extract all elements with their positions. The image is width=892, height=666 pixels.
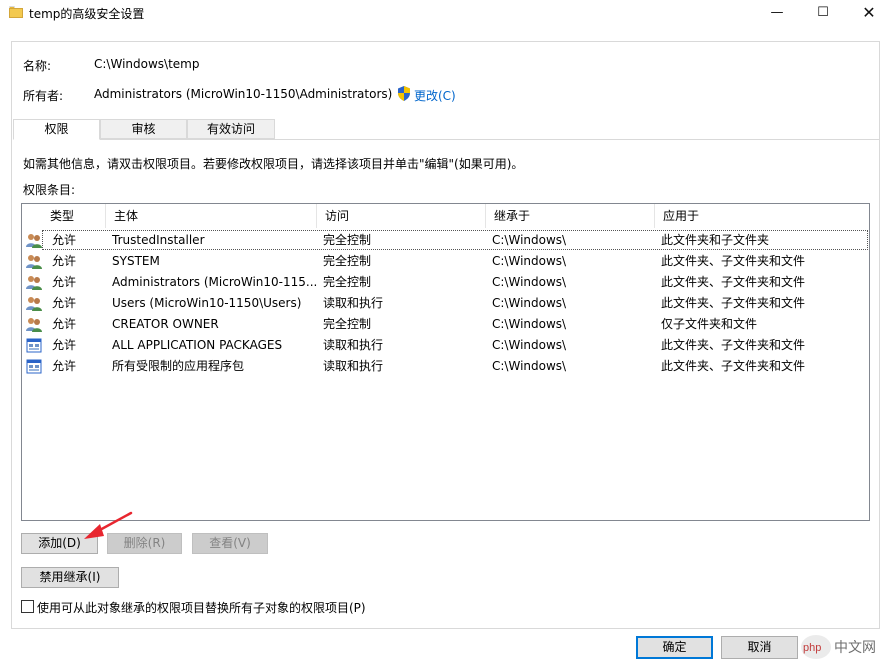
cell-type: 允许 bbox=[52, 296, 77, 310]
users-icon bbox=[26, 297, 42, 311]
view-button[interactable]: 查看(V) bbox=[192, 533, 268, 554]
cell-type: 允许 bbox=[52, 359, 77, 373]
change-owner-link[interactable]: 更改(C) bbox=[414, 87, 456, 104]
cell-access: 完全控制 bbox=[323, 275, 372, 289]
cell-access: 读取和执行 bbox=[323, 338, 384, 352]
tab-auditing[interactable]: 审核 bbox=[100, 119, 187, 139]
cell-applies: 此文件夹和子文件夹 bbox=[661, 233, 770, 247]
cell-type: 允许 bbox=[52, 254, 77, 268]
remove-button[interactable]: 删除(R) bbox=[107, 533, 182, 554]
svg-text:中文网: 中文网 bbox=[834, 640, 876, 656]
name-label: 名称: bbox=[23, 59, 52, 73]
cell-inherited: C:\Windows\ bbox=[492, 296, 567, 310]
cell-access: 读取和执行 bbox=[323, 359, 384, 373]
column-header-inherited-from[interactable]: 继承于 bbox=[486, 204, 655, 228]
add-button[interactable]: 添加(D) bbox=[21, 533, 98, 554]
table-row[interactable]: 允许 所有受限制的应用程序包 读取和执行 C:\Windows\ 此文件夹、子文件夹和文… bbox=[22, 356, 869, 377]
column-header-type[interactable]: 类型 bbox=[42, 204, 106, 228]
cell-inherited: C:\Windows\ bbox=[492, 233, 567, 247]
title-bar: temp的高级安全设置 — ☐ ✕ bbox=[0, 0, 892, 26]
cell-inherited: C:\Windows\ bbox=[492, 254, 567, 268]
cell-inherited: C:\Windows\ bbox=[492, 338, 567, 352]
svg-text:php: php bbox=[803, 642, 821, 654]
cell-inherited: C:\Windows\ bbox=[492, 275, 567, 289]
cell-applies: 此文件夹、子文件夹和文件 bbox=[661, 359, 806, 373]
minimize-button[interactable]: — bbox=[754, 0, 800, 26]
cell-principal: TrustedInstaller bbox=[112, 233, 205, 247]
permission-entries-list[interactable]: 类型 主体 访问 继承于 应用于 允许 TrustedInstaller 完全控制 C… bbox=[21, 203, 870, 521]
users-icon bbox=[26, 234, 42, 248]
uac-shield-icon bbox=[398, 86, 410, 101]
cell-applies: 仅子文件夹和文件 bbox=[661, 317, 758, 331]
owner-value: Administrators (MicroWin10-1150\Administ… bbox=[94, 87, 393, 101]
cell-applies: 此文件夹、子文件夹和文件 bbox=[661, 338, 806, 352]
list-header: 类型 主体 访问 继承于 应用于 bbox=[22, 204, 869, 228]
cell-type: 允许 bbox=[52, 317, 77, 331]
cell-principal: Users (MicroWin10-1150\Users) bbox=[112, 296, 302, 310]
users-icon bbox=[26, 318, 42, 332]
table-row[interactable]: 允许 SYSTEM 完全控制 C:\Windows\ 此文件夹、子文件夹和文件 bbox=[22, 251, 869, 272]
tab-effective-access[interactable]: 有效访问 bbox=[187, 119, 275, 139]
cell-applies: 此文件夹、子文件夹和文件 bbox=[661, 275, 806, 289]
cell-access: 完全控制 bbox=[323, 317, 372, 331]
cell-type: 允许 bbox=[52, 275, 77, 289]
cancel-button[interactable]: 取消 bbox=[721, 636, 798, 659]
users-icon bbox=[26, 276, 42, 290]
app-package-icon bbox=[26, 359, 42, 374]
cell-inherited: C:\Windows\ bbox=[492, 359, 567, 373]
table-row[interactable]: 允许 Users (MicroWin10-1150\Users) 读取和执行 C:\W… bbox=[22, 293, 869, 314]
replace-child-permissions-label: 使用可从此对象继承的权限项目替换所有子对象的权限项目(P) bbox=[37, 601, 366, 615]
disable-inheritance-button[interactable]: 禁用继承(I) bbox=[21, 567, 119, 588]
table-row[interactable]: 允许 ALL APPLICATION PACKAGES 读取和执行 C:\Window… bbox=[22, 335, 869, 356]
column-header-principal[interactable]: 主体 bbox=[106, 204, 317, 228]
app-package-icon bbox=[26, 338, 42, 353]
cell-principal: SYSTEM bbox=[112, 254, 160, 268]
cell-applies: 此文件夹、子文件夹和文件 bbox=[661, 296, 806, 310]
users-icon bbox=[26, 255, 42, 269]
owner-label: 所有者: bbox=[23, 89, 64, 103]
cell-type: 允许 bbox=[52, 233, 77, 247]
table-row[interactable]: 允许 Administrators (MicroWin10-115... 完全控制 C… bbox=[22, 272, 869, 293]
window-title: temp的高级安全设置 bbox=[29, 7, 145, 21]
table-row[interactable]: 允许 TrustedInstaller 完全控制 C:\Windows\ 此文件夹和子文… bbox=[22, 230, 869, 251]
tab-permissions[interactable]: 权限 bbox=[13, 119, 100, 140]
name-value: C:\Windows\temp bbox=[94, 57, 200, 71]
tab-divider bbox=[13, 139, 879, 140]
cell-principal: 所有受限制的应用程序包 bbox=[112, 359, 245, 373]
cell-access: 读取和执行 bbox=[323, 296, 384, 310]
column-header-applies-to[interactable]: 应用于 bbox=[655, 204, 869, 228]
entries-label: 权限条目: bbox=[23, 183, 76, 197]
close-button[interactable]: ✕ bbox=[846, 0, 892, 26]
cell-principal: ALL APPLICATION PACKAGES bbox=[112, 338, 283, 352]
cell-type: 允许 bbox=[52, 338, 77, 352]
maximize-button[interactable]: ☐ bbox=[800, 0, 846, 26]
table-row[interactable]: 允许 CREATOR OWNER 完全控制 C:\Windows\ 仅子文件夹和文件 bbox=[22, 314, 869, 335]
column-header-access[interactable]: 访问 bbox=[317, 204, 486, 228]
cell-principal: CREATOR OWNER bbox=[112, 317, 219, 331]
php-logo-watermark: php 中文网 bbox=[801, 635, 876, 659]
hint-text: 如需其他信息，请双击权限项目。若要修改权限项目，请选择该项目并单击"编辑"(如果… bbox=[23, 157, 524, 171]
replace-child-permissions-checkbox[interactable] bbox=[21, 600, 34, 613]
ok-button[interactable]: 确定 bbox=[636, 636, 713, 659]
cell-applies: 此文件夹、子文件夹和文件 bbox=[661, 254, 806, 268]
cell-access: 完全控制 bbox=[323, 254, 372, 268]
cell-principal: Administrators (MicroWin10-115... bbox=[112, 275, 318, 289]
cell-access: 完全控制 bbox=[323, 233, 372, 247]
folder-icon bbox=[9, 6, 23, 18]
cell-inherited: C:\Windows\ bbox=[492, 317, 567, 331]
